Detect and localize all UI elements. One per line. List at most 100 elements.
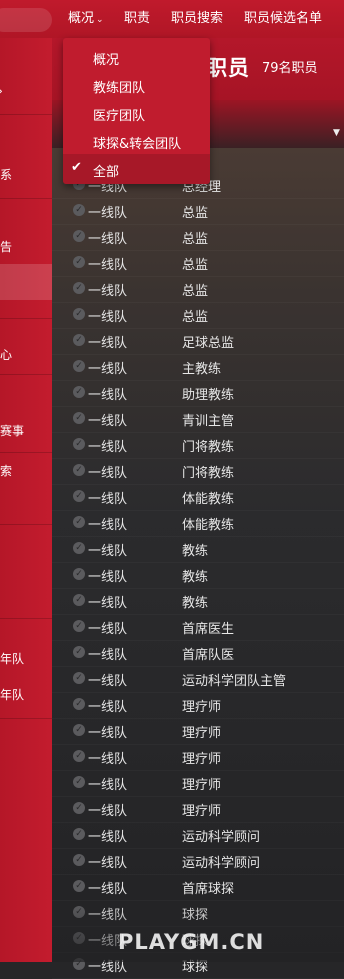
check-circle-icon[interactable]: ✓ bbox=[73, 828, 85, 840]
tab-staff-shortlist[interactable]: 职员候选名单 bbox=[244, 0, 322, 38]
table-row[interactable]: ✓ 一线队 运动科学顾问 bbox=[52, 822, 344, 849]
table-row[interactable]: ✓ 一线队 总监 bbox=[52, 198, 344, 225]
check-circle-icon[interactable]: ✓ bbox=[73, 776, 85, 788]
sidebar-item-6[interactable]: 年队 bbox=[0, 650, 52, 667]
sidebar-item-active[interactable] bbox=[0, 264, 52, 300]
check-circle-icon[interactable]: ✓ bbox=[73, 594, 85, 606]
dropdown-item-overview[interactable]: 概况 bbox=[93, 49, 119, 68]
tab-overview[interactable]: 概况 ⌄ bbox=[68, 0, 104, 38]
row-role: 体能教练 bbox=[182, 492, 235, 507]
row-role: 教练 bbox=[182, 570, 209, 585]
table-row[interactable]: ✓ 一线队 门将教练 bbox=[52, 458, 344, 485]
check-circle-icon[interactable]: ✓ bbox=[73, 620, 85, 632]
row-team: 一线队 bbox=[88, 310, 128, 325]
table-row[interactable]: ✓ 一线队 助理教练 bbox=[52, 380, 344, 407]
row-role: 运动科学顾问 bbox=[182, 830, 261, 845]
check-circle-icon[interactable]: ✓ bbox=[73, 672, 85, 684]
check-circle-icon[interactable]: ✓ bbox=[73, 334, 85, 346]
dropdown-item-all[interactable]: 全部 bbox=[93, 161, 119, 180]
table-row[interactable]: ✓ 一线队 首席球探 bbox=[52, 874, 344, 901]
table-row[interactable]: ✓ 一线队 首席队医 bbox=[52, 640, 344, 667]
check-circle-icon[interactable]: ✓ bbox=[73, 516, 85, 528]
tab-duties[interactable]: 职责 bbox=[124, 0, 150, 38]
check-circle-icon[interactable]: ✓ bbox=[73, 360, 85, 372]
table-row[interactable]: ✓ 一线队 总监 bbox=[52, 250, 344, 277]
table-row[interactable]: ✓ 一线队 总监 bbox=[52, 224, 344, 251]
table-row[interactable]: ✓ 一线队 门将教练 bbox=[52, 432, 344, 459]
row-team: 一线队 bbox=[88, 596, 128, 611]
check-circle-icon[interactable]: ✓ bbox=[73, 412, 85, 424]
check-circle-icon[interactable]: ✓ bbox=[73, 204, 85, 216]
check-circle-icon[interactable]: ✓ bbox=[73, 464, 85, 476]
table-row[interactable]: ✓ 一线队 运动科学顾问 bbox=[52, 848, 344, 875]
row-team: 一线队 bbox=[88, 648, 128, 663]
row-team: 一线队 bbox=[88, 258, 128, 273]
table-row[interactable]: ✓ 一线队 理疗师 bbox=[52, 744, 344, 771]
row-role: 教练 bbox=[182, 596, 209, 611]
table-row[interactable]: ✓ 一线队 理疗师 bbox=[52, 718, 344, 745]
check-circle-icon[interactable]: ✓ bbox=[73, 256, 85, 268]
sort-chevron-icon[interactable]: ▼ bbox=[333, 128, 340, 138]
row-role: 总监 bbox=[182, 258, 209, 273]
dropdown-item-medical-staff[interactable]: 医疗团队 bbox=[93, 105, 145, 124]
tab-staff-search[interactable]: 职员搜索 bbox=[171, 0, 223, 38]
row-role: 总监 bbox=[182, 206, 209, 221]
table-row[interactable]: ✓ 一线队 理疗师 bbox=[52, 770, 344, 797]
table-row[interactable]: ✓ 一线队 总监 bbox=[52, 302, 344, 329]
check-circle-icon[interactable]: ✓ bbox=[73, 724, 85, 736]
table-row[interactable]: ✓ 一线队 体能教练 bbox=[52, 510, 344, 537]
table-row[interactable]: ✓ 一线队 教练 bbox=[52, 536, 344, 563]
check-circle-icon[interactable]: ✓ bbox=[73, 568, 85, 580]
table-row[interactable]: ✓ 一线队 运动科学团队主管 bbox=[52, 666, 344, 693]
sidebar-item-4[interactable]: 赛事 bbox=[0, 422, 52, 439]
row-team: 一线队 bbox=[88, 856, 128, 871]
sidebar-item-7[interactable]: 年队 bbox=[0, 686, 52, 703]
sidebar-item-5[interactable]: 索 bbox=[0, 462, 52, 479]
check-circle-icon[interactable]: ✓ bbox=[73, 386, 85, 398]
table-row[interactable]: ✓ 一线队 体能教练 bbox=[52, 484, 344, 511]
dropdown-item-coaching-staff[interactable]: 教练团队 bbox=[93, 77, 145, 96]
search-field[interactable] bbox=[0, 8, 52, 32]
table-row[interactable]: ✓ 一线队 理疗师 bbox=[52, 796, 344, 823]
check-circle-icon[interactable]: ✓ bbox=[73, 802, 85, 814]
check-circle-icon[interactable]: ✓ bbox=[73, 646, 85, 658]
table-row[interactable]: ✓ 一线队 足球总监 bbox=[52, 328, 344, 355]
check-circle-icon[interactable]: ✓ bbox=[73, 750, 85, 762]
check-circle-icon[interactable]: ✓ bbox=[73, 438, 85, 450]
staff-count: 79名职员 bbox=[262, 61, 318, 76]
row-role: 首席队医 bbox=[182, 648, 235, 663]
row-role: 总监 bbox=[182, 310, 209, 325]
table-row[interactable]: ✓ 一线队 理疗师 bbox=[52, 692, 344, 719]
sidebar-item-1[interactable]: 系 bbox=[0, 166, 52, 183]
overview-dropdown-menu: 概况 教练团队 医疗团队 球探&转会团队 ✔ 全部 bbox=[63, 38, 210, 184]
row-team: 一线队 bbox=[88, 804, 128, 819]
dropdown-item-label: 球探&转会团队 bbox=[93, 137, 182, 152]
sidebar-item-2[interactable]: 告 bbox=[0, 238, 52, 255]
check-circle-icon[interactable]: ✓ bbox=[73, 880, 85, 892]
row-team: 一线队 bbox=[88, 570, 128, 585]
row-team: 一线队 bbox=[88, 778, 128, 793]
sidebar-item-label: 心 bbox=[0, 348, 13, 362]
table-row[interactable]: ✓ 一线队 教练 bbox=[52, 588, 344, 615]
check-circle-icon[interactable]: ✓ bbox=[73, 490, 85, 502]
table-row[interactable]: ✓ 一线队 首席医生 bbox=[52, 614, 344, 641]
table-row[interactable]: ✓ 一线队 教练 bbox=[52, 562, 344, 589]
table-row[interactable]: ✓ 一线队 总监 bbox=[52, 276, 344, 303]
check-circle-icon[interactable]: ✓ bbox=[73, 542, 85, 554]
check-circle-icon[interactable]: ✓ bbox=[73, 230, 85, 242]
row-team: 一线队 bbox=[88, 752, 128, 767]
dropdown-item-scouting-staff[interactable]: 球探&转会团队 bbox=[93, 133, 181, 152]
sidebar-item-label: 索 bbox=[0, 464, 13, 478]
check-circle-icon[interactable]: ✓ bbox=[73, 854, 85, 866]
check-circle-icon[interactable]: ✓ bbox=[73, 282, 85, 294]
table-row[interactable]: ✓ 一线队 青训主管 bbox=[52, 406, 344, 433]
check-circle-icon[interactable]: ✓ bbox=[73, 698, 85, 710]
row-role: 助理教练 bbox=[182, 388, 235, 403]
check-circle-icon[interactable]: ✓ bbox=[73, 308, 85, 320]
sidebar-item-3[interactable]: 心 bbox=[0, 346, 52, 363]
tab-duties-label: 职责 bbox=[124, 11, 151, 26]
row-role: 理疗师 bbox=[182, 804, 222, 819]
table-row[interactable]: ✓ 一线队 主教练 bbox=[52, 354, 344, 381]
row-role: 首席球探 bbox=[182, 882, 235, 897]
row-team: 一线队 bbox=[88, 388, 128, 403]
